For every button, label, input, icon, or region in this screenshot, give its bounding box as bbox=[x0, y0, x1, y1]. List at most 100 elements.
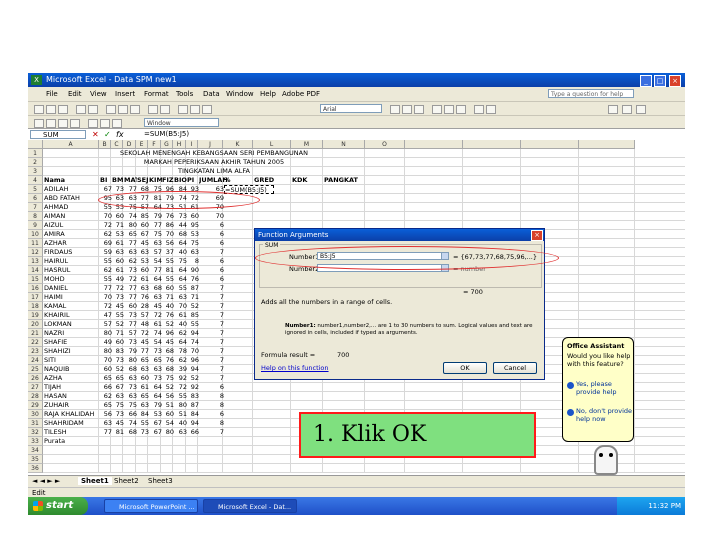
mark-cell[interactable]: 77 bbox=[124, 284, 137, 293]
mark-cell[interactable]: 8 bbox=[199, 419, 224, 428]
mark-cell[interactable]: 61 bbox=[149, 320, 162, 329]
menu-format[interactable]: Format bbox=[144, 90, 169, 98]
menu-tools[interactable]: Tools bbox=[176, 90, 193, 98]
mark-cell[interactable]: 66 bbox=[187, 428, 199, 437]
mark-cell[interactable]: 77 bbox=[149, 221, 162, 230]
mark-cell[interactable]: 66 bbox=[100, 383, 112, 392]
mark-cell[interactable]: 44 bbox=[174, 221, 187, 230]
row-header[interactable]: 7 bbox=[28, 203, 43, 212]
mark-cell[interactable]: 77 bbox=[124, 320, 137, 329]
toolbar-icon-2[interactable] bbox=[46, 119, 56, 128]
mark-cell[interactable] bbox=[149, 437, 162, 446]
mark-cell[interactable]: 65 bbox=[137, 392, 149, 401]
menu-insert[interactable]: Insert bbox=[115, 90, 135, 98]
column-header[interactable]: I bbox=[186, 140, 198, 149]
start-button[interactable]: start bbox=[28, 497, 88, 515]
mark-cell[interactable]: 60 bbox=[137, 266, 149, 275]
mark-cell[interactable]: 60 bbox=[100, 365, 112, 374]
help-on-function-link[interactable]: Help on this function bbox=[261, 364, 329, 372]
help-search-input[interactable]: Type a question for help bbox=[548, 89, 634, 98]
column-header[interactable]: N bbox=[323, 140, 365, 149]
name-cell[interactable]: HASRUL bbox=[44, 266, 100, 275]
column-header[interactable]: M bbox=[291, 140, 323, 149]
mark-cell[interactable]: 52 bbox=[187, 374, 199, 383]
mark-cell[interactable]: 72 bbox=[137, 329, 149, 338]
name-cell[interactable]: Purata bbox=[44, 437, 100, 446]
column-header[interactable] bbox=[521, 140, 579, 149]
assistant-no-option[interactable]: No, don't provide help now bbox=[576, 407, 632, 423]
row-header[interactable]: 24 bbox=[28, 356, 43, 365]
mark-cell[interactable]: 49 bbox=[112, 275, 124, 284]
align-right-icon[interactable] bbox=[456, 105, 466, 114]
mark-cell[interactable]: 69 bbox=[100, 239, 112, 248]
menu-data[interactable]: Data bbox=[203, 90, 220, 98]
name-cell[interactable]: NAQUIB bbox=[44, 365, 100, 374]
mark-cell[interactable]: 63 bbox=[124, 374, 137, 383]
mark-cell[interactable]: 63 bbox=[149, 239, 162, 248]
column-header[interactable]: A bbox=[43, 140, 99, 149]
mark-cell[interactable]: 80 bbox=[174, 401, 187, 410]
row-header[interactable]: 31 bbox=[28, 419, 43, 428]
mark-cell[interactable]: 96 bbox=[162, 329, 174, 338]
row-header[interactable]: 14 bbox=[28, 266, 43, 275]
mark-cell[interactable]: 55 bbox=[100, 257, 112, 266]
cancel-formula-icon[interactable]: ✕ bbox=[92, 129, 99, 140]
sheet-title-3[interactable]: TINGKATAN LIMA ALFA bbox=[84, 167, 344, 176]
underline-icon[interactable] bbox=[414, 105, 424, 114]
mark-cell[interactable]: 76 bbox=[162, 311, 174, 320]
name-cell[interactable]: TILESH bbox=[44, 428, 100, 437]
mark-cell[interactable]: 68 bbox=[162, 347, 174, 356]
column-title-cell[interactable]: BIO bbox=[174, 176, 187, 185]
mark-cell[interactable]: 45 bbox=[112, 302, 124, 311]
mark-cell[interactable]: 64 bbox=[174, 275, 187, 284]
name-cell[interactable]: AHMAD bbox=[44, 203, 100, 212]
assistant-yes-option[interactable]: Yes, please provide help bbox=[576, 380, 632, 396]
mark-cell[interactable] bbox=[124, 437, 137, 446]
mark-cell[interactable]: 77 bbox=[149, 266, 162, 275]
mark-cell[interactable]: 48 bbox=[137, 320, 149, 329]
name-cell[interactable]: HASAN bbox=[44, 392, 100, 401]
mark-cell[interactable]: 55 bbox=[162, 257, 174, 266]
mark-cell[interactable]: 72 bbox=[149, 311, 162, 320]
mark-cell[interactable]: 7 bbox=[199, 365, 224, 374]
mark-cell[interactable]: 65 bbox=[124, 230, 137, 239]
row-header[interactable]: 17 bbox=[28, 293, 43, 302]
column-header[interactable]: K bbox=[223, 140, 253, 149]
row-header[interactable]: 33 bbox=[28, 437, 43, 446]
mark-cell[interactable]: 85 bbox=[137, 212, 149, 221]
row-header[interactable]: 6 bbox=[28, 194, 43, 203]
mark-cell[interactable]: 45 bbox=[149, 302, 162, 311]
mark-cell[interactable]: 51 bbox=[174, 410, 187, 419]
column-header[interactable] bbox=[463, 140, 521, 149]
menu-edit[interactable]: Edit bbox=[68, 90, 82, 98]
mark-cell[interactable]: 6 bbox=[199, 230, 224, 239]
row-header[interactable]: 4 bbox=[28, 176, 43, 185]
toolbar-icon-6[interactable] bbox=[100, 119, 110, 128]
open-icon[interactable] bbox=[46, 105, 56, 114]
mark-cell[interactable]: 60 bbox=[112, 338, 124, 347]
name-cell[interactable]: DANIEL bbox=[44, 284, 100, 293]
select-all-corner[interactable] bbox=[28, 140, 43, 149]
mark-cell[interactable]: 57 bbox=[124, 329, 137, 338]
name-cell[interactable]: HAIRUL bbox=[44, 257, 100, 266]
mark-cell[interactable]: 81 bbox=[112, 428, 124, 437]
mark-cell[interactable]: 80 bbox=[124, 221, 137, 230]
mark-cell[interactable]: 63 bbox=[137, 365, 149, 374]
mark-cell[interactable]: 55 bbox=[100, 275, 112, 284]
task-powerpoint[interactable]: Microsoft PowerPoint ... bbox=[104, 499, 198, 513]
mark-cell[interactable]: 77 bbox=[137, 347, 149, 356]
mark-cell[interactable]: 74 bbox=[124, 419, 137, 428]
mark-cell[interactable]: 63 bbox=[112, 248, 124, 257]
mark-cell[interactable]: 68 bbox=[149, 284, 162, 293]
mark-cell[interactable]: 76 bbox=[162, 212, 174, 221]
menu-adobe-pdf[interactable]: Adobe PDF bbox=[282, 90, 320, 98]
column-title-cell[interactable]: PI bbox=[187, 176, 199, 185]
mark-cell[interactable]: 64 bbox=[174, 266, 187, 275]
mark-cell[interactable]: 65 bbox=[149, 356, 162, 365]
dialog-close-button[interactable]: × bbox=[531, 230, 543, 241]
mark-cell[interactable]: 70 bbox=[100, 293, 112, 302]
mark-cell[interactable]: 53 bbox=[187, 230, 199, 239]
mark-cell[interactable]: 71 bbox=[112, 329, 124, 338]
row-header[interactable]: 22 bbox=[28, 338, 43, 347]
tab-sheet2[interactable]: Sheet2 bbox=[114, 477, 139, 485]
